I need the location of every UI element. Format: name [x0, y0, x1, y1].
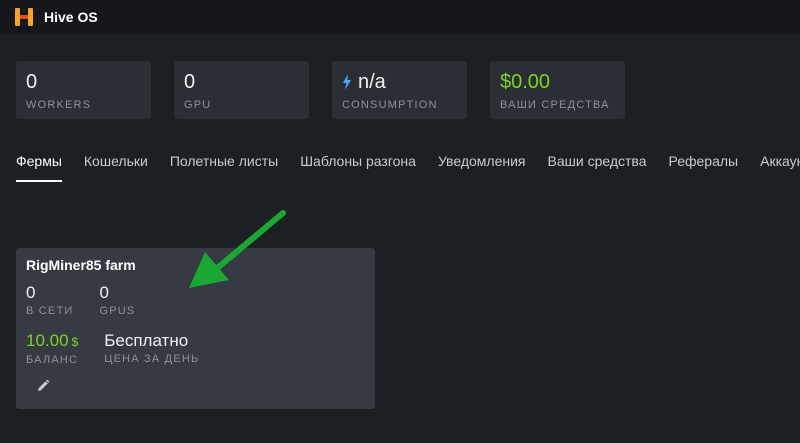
- green-arrow-icon: [189, 210, 286, 288]
- hive-logo-icon: [15, 8, 33, 26]
- tab-farms[interactable]: Фермы: [16, 150, 62, 182]
- farm-gpus-label: GPUS: [99, 305, 136, 317]
- farm-gpus: 0 GPUS: [100, 283, 136, 317]
- stat-workers-value: 0: [26, 71, 38, 93]
- farm-balance: 10.00 $ БАЛАНС: [26, 331, 78, 366]
- farm-online: 0 В СЕТИ: [26, 283, 74, 317]
- tab-account[interactable]: Аккаунт: [760, 150, 800, 182]
- tab-referrals[interactable]: Рефералы: [668, 150, 738, 182]
- stat-funds-value: $0.00: [500, 71, 551, 93]
- tab-flight-sheets[interactable]: Полетные листы: [170, 150, 278, 182]
- farm-price: Бесплатно ЦЕНА ЗА ДЕНЬ: [104, 331, 199, 366]
- farm-price-label: ЦЕНА ЗА ДЕНЬ: [104, 353, 200, 365]
- stat-gpu-label: GPU: [184, 99, 212, 111]
- stat-funds-label: ВАШИ СРЕДСТВА: [500, 99, 610, 111]
- stat-consumption-value: n/a: [358, 71, 386, 93]
- stat-workers-label: WORKERS: [26, 99, 92, 111]
- farm-balance-value: 10.00: [26, 331, 69, 350]
- stat-consumption-label: CONSUMPTION: [342, 99, 438, 111]
- farm-online-label: В СЕТИ: [26, 305, 74, 317]
- farm-online-value: 0: [26, 283, 36, 302]
- lightning-bolt-icon: [343, 74, 351, 90]
- farm-balance-currency: $: [71, 335, 79, 349]
- stat-consumption-value-wrap: n/a: [342, 70, 457, 94]
- stat-funds: $0.00 ВАШИ СРЕДСТВА: [490, 61, 625, 119]
- farm-balance-value-wrap: 10.00 $: [26, 331, 78, 352]
- app-logo[interactable]: Hive OS: [12, 5, 98, 29]
- tab-overclock-templates[interactable]: Шаблоны разгона: [300, 150, 416, 182]
- farm-gpus-value: 0: [99, 283, 109, 302]
- stat-gpu-value: 0: [184, 71, 196, 93]
- farm-row-money: 10.00 $ БАЛАНС Бесплатно ЦЕНА ЗА ДЕНЬ: [26, 331, 365, 366]
- farm-balance-label: БАЛАНС: [26, 354, 79, 366]
- app-title: Hive OS: [44, 9, 98, 25]
- top-bar: Hive OS: [0, 0, 800, 34]
- pencil-icon[interactable]: [36, 379, 50, 393]
- farm-price-value: Бесплатно: [104, 331, 189, 350]
- stats-row: 0 WORKERS 0 GPU n/a CONSUMPTION $0.00 ВА…: [16, 61, 625, 119]
- tab-your-funds[interactable]: Ваши средства: [548, 150, 647, 182]
- main-tabs: Фермы Кошельки Полетные листы Шаблоны ра…: [16, 150, 800, 182]
- stat-gpu: 0 GPU: [174, 61, 309, 119]
- stat-consumption: n/a CONSUMPTION: [332, 61, 467, 119]
- tab-wallets[interactable]: Кошельки: [84, 150, 148, 182]
- stat-workers: 0 WORKERS: [16, 61, 151, 119]
- tab-notifications[interactable]: Уведомления: [438, 150, 526, 182]
